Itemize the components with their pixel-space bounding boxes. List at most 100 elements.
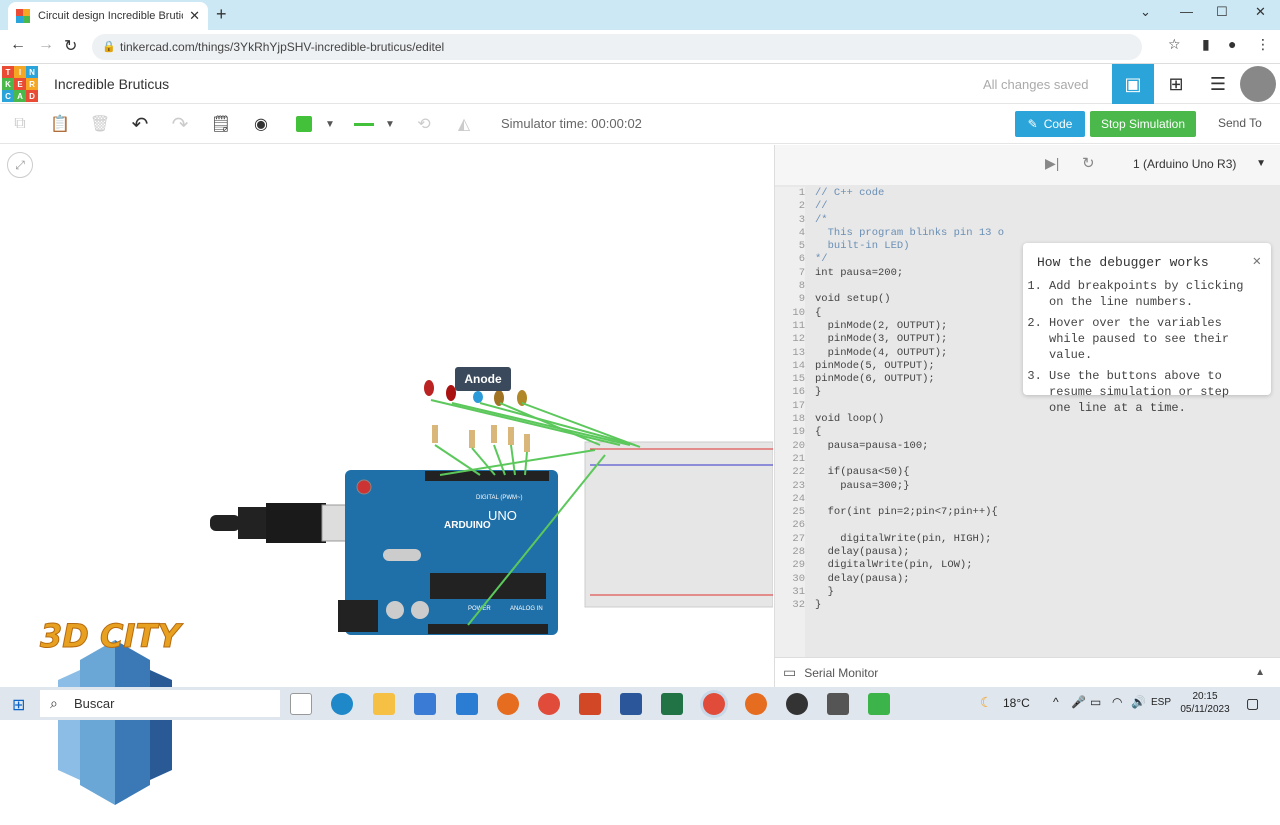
undo-icon[interactable]: ↶ xyxy=(128,112,152,136)
code-line[interactable]: digitalWrite(pin, LOW); xyxy=(815,559,1004,572)
line-number[interactable]: 13 xyxy=(775,347,805,360)
code-line[interactable]: { xyxy=(815,426,1004,439)
redo-icon[interactable]: ↷ xyxy=(168,112,192,136)
circuit-workspace[interactable]: ⤢ ARDUINO UNO DIGITAL (PWM~) POWER ANALO… xyxy=(0,145,773,805)
line-number[interactable]: 21 xyxy=(775,453,805,466)
powerpoint-icon[interactable] xyxy=(579,693,601,715)
line-number[interactable]: 17 xyxy=(775,400,805,413)
sidebar-icon[interactable]: ▮ xyxy=(1202,36,1210,53)
code-line[interactable]: delay(pausa); xyxy=(815,546,1004,559)
color-picker[interactable] xyxy=(292,112,316,136)
code-line[interactable]: pinMode(2, OUTPUT); xyxy=(815,320,1004,333)
color-dropdown-icon[interactable]: ▼ xyxy=(318,112,342,136)
circuit-view-button[interactable]: ▣ xyxy=(1112,64,1154,104)
line-number[interactable]: 30 xyxy=(775,573,805,586)
taskbar-search[interactable]: ⌕ Buscar xyxy=(40,690,280,717)
line-number-gutter[interactable]: 1 2 3 4 5 6 7 8 9 10 11 12 13 14 15 16 17 18 19 20 21 22 23 24 2… xyxy=(775,187,805,657)
menu-icon[interactable]: ⋮ xyxy=(1256,36,1270,53)
new-tab-button[interactable]: + xyxy=(216,4,227,25)
step-icon[interactable]: ▶| xyxy=(1045,155,1059,172)
mail-icon[interactable] xyxy=(456,693,478,715)
notes-icon[interactable]: 🗒 xyxy=(209,112,233,136)
tray-chevron-icon[interactable]: ^ xyxy=(1053,695,1059,709)
weather-moon-icon[interactable]: ☾ xyxy=(980,694,993,711)
back-button[interactable]: ← xyxy=(10,36,26,54)
firefox-icon[interactable] xyxy=(497,693,519,715)
line-number[interactable]: 8 xyxy=(775,280,805,293)
code-line[interactable]: /* xyxy=(815,214,1004,227)
tab-close-icon[interactable]: ✕ xyxy=(189,8,200,24)
view-icon[interactable]: ◉ xyxy=(249,112,273,136)
temperature[interactable]: 18°C xyxy=(1003,696,1030,710)
line-number[interactable]: 26 xyxy=(775,519,805,532)
paste-icon[interactable]: 📋 xyxy=(48,112,72,136)
line-number[interactable]: 25 xyxy=(775,506,805,519)
minimize-button[interactable]: — xyxy=(1180,4,1193,19)
code-line[interactable] xyxy=(815,400,1004,413)
code-line[interactable] xyxy=(815,493,1004,506)
wifi-icon[interactable]: ◠ xyxy=(1112,695,1122,709)
excel-icon[interactable] xyxy=(661,693,683,715)
code-line[interactable]: } xyxy=(815,586,1004,599)
flip-icon[interactable]: ◭ xyxy=(452,112,476,136)
browser-tab[interactable]: Circuit design Incredible Bruticu ✕ xyxy=(8,2,208,30)
code-line[interactable]: int pausa=200; xyxy=(815,267,1004,280)
notifications-icon[interactable]: ▢ xyxy=(1246,695,1259,712)
line-number[interactable]: 20 xyxy=(775,440,805,453)
clock[interactable]: 20:15 05/11/2023 xyxy=(1180,690,1230,716)
tab-list-chevron-icon[interactable]: ⌄ xyxy=(1140,4,1151,20)
code-line[interactable]: } xyxy=(815,599,1004,612)
avatar[interactable] xyxy=(1240,66,1276,102)
microphone-icon[interactable]: 🎤 xyxy=(1071,695,1086,709)
send-to-button[interactable]: Send To xyxy=(1218,116,1262,130)
volume-icon[interactable]: 🔊 xyxy=(1131,695,1146,709)
reload-button[interactable]: ↻ xyxy=(64,36,77,56)
chrome-icon[interactable] xyxy=(538,693,560,715)
code-line[interactable]: */ xyxy=(815,253,1004,266)
code-line[interactable]: pausa=pausa-100; xyxy=(815,440,1004,453)
line-number[interactable]: 22 xyxy=(775,466,805,479)
line-number[interactable]: 4 xyxy=(775,227,805,240)
profile-icon[interactable]: ● xyxy=(1228,36,1236,52)
code-button[interactable]: ✎ Code xyxy=(1015,111,1085,137)
app-green-icon[interactable] xyxy=(868,693,890,715)
code-line[interactable]: void setup() xyxy=(815,293,1004,306)
code-line[interactable]: // xyxy=(815,200,1004,213)
copy-icon[interactable]: ⧉ xyxy=(8,112,32,136)
url-input[interactable]: 🔒 tinkercad.com/things/3YkRhYjpSHV-incre… xyxy=(92,34,1142,60)
bookmark-star-icon[interactable]: ☆ xyxy=(1168,36,1181,53)
serial-monitor-bar[interactable]: ▭ Serial Monitor ▲ xyxy=(775,657,1280,687)
code-line[interactable] xyxy=(815,453,1004,466)
code-line[interactable]: for(int pin=2;pin<7;pin++){ xyxy=(815,506,1004,519)
line-number[interactable]: 19 xyxy=(775,426,805,439)
line-number[interactable]: 2 xyxy=(775,200,805,213)
line-number[interactable]: 31 xyxy=(775,586,805,599)
line-number[interactable]: 16 xyxy=(775,386,805,399)
device-select[interactable]: 1 (Arduino Uno R3) ▼ xyxy=(1127,153,1272,175)
component-list-button[interactable]: ☰ xyxy=(1197,64,1239,104)
line-number[interactable]: 7 xyxy=(775,267,805,280)
line-number[interactable]: 6 xyxy=(775,253,805,266)
project-name[interactable]: Incredible Bruticus xyxy=(54,76,169,92)
line-number[interactable]: 28 xyxy=(775,546,805,559)
expand-icon[interactable]: ▲ xyxy=(1255,667,1265,678)
reset-icon[interactable]: ↻ xyxy=(1082,154,1095,172)
stop-simulation-button[interactable]: Stop Simulation xyxy=(1090,111,1196,137)
maximize-button[interactable]: ☐ xyxy=(1216,4,1228,20)
recorder-icon[interactable] xyxy=(786,693,808,715)
code-line[interactable]: This program blinks pin 13 o xyxy=(815,227,1004,240)
code-line[interactable]: void loop() xyxy=(815,413,1004,426)
line-number[interactable]: 29 xyxy=(775,559,805,572)
code-line[interactable]: pinMode(5, OUTPUT); xyxy=(815,360,1004,373)
edge-icon[interactable] xyxy=(331,693,353,715)
code-line[interactable]: pausa=300;} xyxy=(815,480,1004,493)
line-number[interactable]: 1 xyxy=(775,187,805,200)
battery-icon[interactable]: ▭ xyxy=(1090,695,1101,709)
code-line[interactable]: delay(pausa); xyxy=(815,573,1004,586)
wire-dropdown-icon[interactable]: ▼ xyxy=(378,112,402,136)
line-number[interactable]: 23 xyxy=(775,480,805,493)
close-window-button[interactable]: ✕ xyxy=(1255,4,1266,20)
line-number[interactable]: 5 xyxy=(775,240,805,253)
code-line[interactable]: digitalWrite(pin, HIGH); xyxy=(815,533,1004,546)
chrome-active-icon[interactable] xyxy=(703,693,725,715)
